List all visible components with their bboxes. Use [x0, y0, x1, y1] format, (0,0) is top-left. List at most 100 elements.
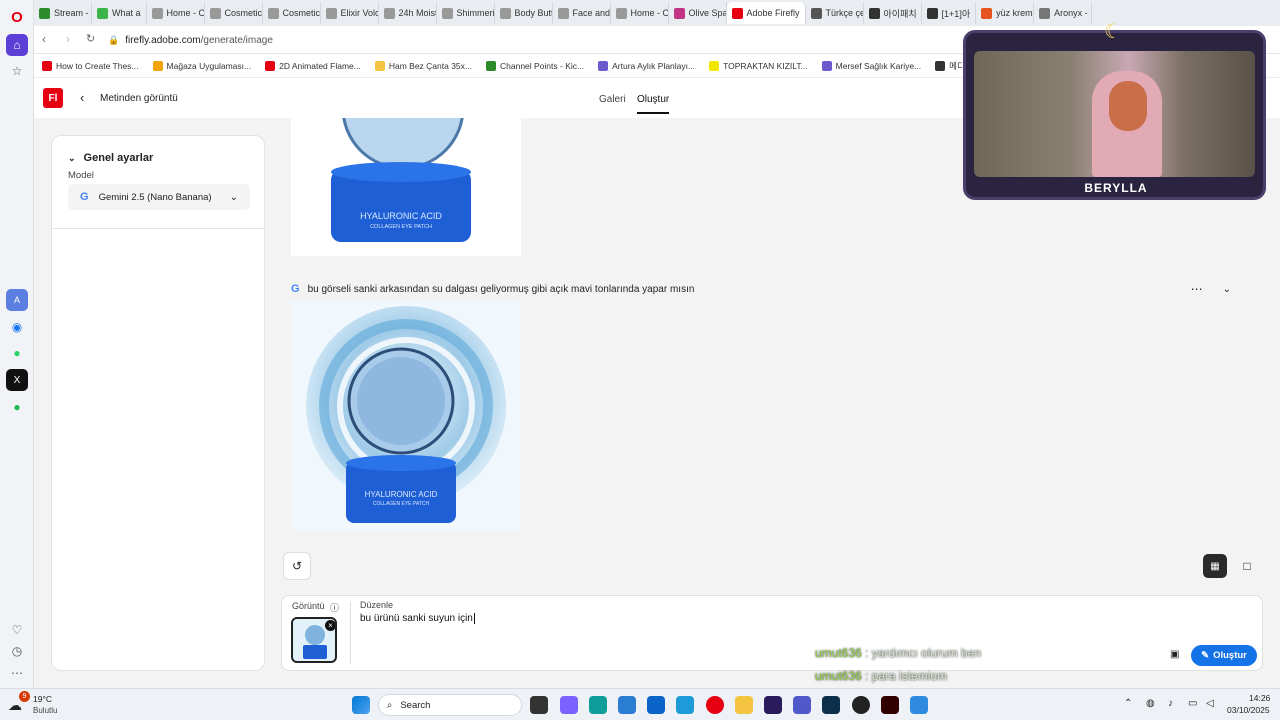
browser-tab[interactable]: 아이패치 — [864, 2, 922, 24]
copilot-icon[interactable] — [560, 696, 578, 714]
browser-tab[interactable]: Shimmerin — [437, 2, 495, 24]
browser-tab[interactable]: Olive Spa — [669, 2, 727, 24]
clock-date[interactable]: 03/10/2025 — [1227, 705, 1270, 715]
tab-favicon-icon — [868, 7, 880, 19]
weather-temp[interactable]: 19°C — [33, 694, 52, 704]
generate-button[interactable]: ✎ Oluştur — [1191, 645, 1257, 666]
store-icon[interactable] — [618, 696, 636, 714]
reload-icon[interactable]: ↻ — [86, 32, 95, 45]
edge-icon[interactable] — [589, 696, 607, 714]
single-view-button[interactable]: □ — [1235, 554, 1259, 578]
opera-logo-icon[interactable]: O — [6, 6, 28, 28]
browser-tab[interactable]: [1+1]아 — [922, 2, 977, 24]
url-field[interactable]: 🔒 firefly.adobe.com/generate/image — [108, 30, 958, 50]
browser-tab[interactable]: 24h Moistr — [379, 2, 437, 24]
bookmark-item[interactable]: TOPRAKTAN KIZILT... — [709, 60, 808, 71]
tab-favicon-icon — [325, 7, 337, 19]
weather-badge: 9 — [19, 691, 30, 702]
outlook-icon[interactable] — [647, 696, 665, 714]
mic-icon[interactable]: ♪ — [1168, 698, 1173, 709]
browser-tab[interactable]: Home - O — [611, 2, 669, 24]
remove-icon[interactable]: × — [325, 620, 335, 631]
opera-icon[interactable] — [706, 696, 724, 714]
back-label[interactable]: Metinden görüntü — [100, 93, 178, 104]
generated-result-image[interactable]: HYALURONIC ACID COLLAGEN EYE PATCH — [291, 301, 521, 530]
file-explorer-icon[interactable] — [735, 696, 753, 714]
tab-label: Aronyx - — [1054, 8, 1088, 18]
tab-favicon-icon — [615, 7, 627, 19]
info-icon[interactable]: ⓘ — [330, 601, 339, 614]
tray-chevron-icon[interactable]: ⌃ — [1124, 698, 1132, 709]
browser-tab[interactable]: Aronyx - — [1034, 2, 1093, 24]
camera-icon[interactable]: ▣ — [1170, 649, 1179, 660]
google-icon: G — [291, 283, 300, 295]
teams-icon[interactable] — [793, 696, 811, 714]
browser-tab[interactable]: Elixir Volca — [321, 2, 379, 24]
search-label: Search — [400, 699, 431, 711]
previous-result-image[interactable]: HYALURONIC ACID COLLAGEN EYE PATCH — [291, 118, 521, 256]
illustrator-icon[interactable] — [881, 696, 899, 714]
bookmark-favicon-icon — [374, 60, 385, 71]
bookmark-item[interactable]: Mersef Sağlık Kariye... — [821, 60, 921, 71]
star-icon[interactable]: ☆ — [6, 60, 28, 82]
browser-tab[interactable]: yüz krem — [976, 2, 1035, 24]
bookmark-favicon-icon — [42, 60, 52, 71]
bookmark-item[interactable]: 2D Animated Flame... — [265, 60, 361, 71]
more-options-icon[interactable]: ⋯ — [1191, 282, 1203, 296]
network-icon[interactable]: ▭ — [1188, 698, 1197, 709]
app-icon[interactable] — [676, 696, 694, 714]
back-arrow-icon[interactable]: ‹ — [80, 90, 84, 105]
history-button[interactable]: ↺ — [283, 552, 311, 580]
url-path: /generate/image — [200, 34, 273, 46]
forward-icon[interactable]: › — [66, 32, 70, 46]
tab-favicon-icon — [209, 7, 221, 19]
messenger-icon[interactable]: ◉ — [6, 316, 28, 338]
browser-tab[interactable]: Stream - K — [34, 2, 92, 24]
clock-time[interactable]: 14:26 — [1249, 693, 1270, 703]
bookmark-item[interactable]: How to Create Thes... — [42, 60, 139, 71]
browser-tab[interactable]: Body Butte — [495, 2, 553, 24]
x-icon[interactable]: X — [6, 369, 28, 391]
browser-tab[interactable]: Türkçe çe — [806, 2, 864, 24]
browser-tab[interactable]: Home - O — [147, 2, 205, 24]
taskbar-search[interactable]: ⌕ Search — [378, 694, 522, 716]
browser-tab[interactable]: Cosmetic S — [205, 2, 263, 24]
webcam-overlay: BERYLLA ☾ — [963, 21, 1266, 200]
tab-create[interactable]: Oluştur — [637, 94, 670, 114]
reference-image-thumb[interactable]: × — [291, 617, 337, 663]
home-icon[interactable]: ⌂ — [6, 34, 28, 56]
browser-tab[interactable]: Face and E — [553, 2, 611, 24]
volume-icon[interactable]: ◁ — [1206, 698, 1214, 709]
tab-gallery[interactable]: Galeri — [599, 94, 626, 105]
edit-input[interactable]: bu ürünü sanki suyun için — [360, 613, 475, 624]
photoshop-icon[interactable] — [822, 696, 840, 714]
task-view-icon[interactable] — [530, 696, 548, 714]
spotify-icon[interactable]: ● — [6, 396, 28, 418]
browser-tab[interactable]: What a — [92, 2, 147, 24]
whatsapp-icon[interactable]: ● — [6, 342, 28, 364]
browser-tab[interactable]: Cosmetic E — [263, 2, 321, 24]
bookmark-item[interactable]: Channel Points - Kic... — [486, 60, 585, 71]
after-effects-icon[interactable] — [764, 696, 782, 714]
obs-icon[interactable] — [852, 696, 870, 714]
firefly-logo[interactable]: Fl — [43, 88, 63, 108]
general-settings-toggle[interactable]: ⌄ Genel ayarlar — [68, 152, 153, 164]
chevron-down-icon[interactable]: ⌄ — [1223, 284, 1231, 295]
aria-icon[interactable]: A — [6, 289, 28, 311]
back-icon[interactable]: ‹ — [42, 32, 46, 46]
chevron-down-icon: ⌄ — [229, 191, 238, 203]
history-icon[interactable]: ◷ — [6, 640, 28, 662]
more-icon[interactable]: ⋯ — [6, 662, 28, 684]
browser-tab[interactable]: Adobe Firefly — [726, 2, 806, 24]
model-select[interactable]: G Gemini 2.5 (Nano Banana) ⌄ — [68, 184, 250, 210]
start-icon[interactable] — [352, 696, 370, 714]
app-icon[interactable] — [910, 696, 928, 714]
bookmark-label: Channel Points - Kic... — [500, 60, 585, 71]
bookmark-item[interactable]: Mağaza Uygulaması... — [152, 60, 251, 71]
bookmark-favicon-icon — [265, 60, 276, 71]
tray-icon[interactable]: ◍ — [1146, 698, 1155, 709]
grid-view-button[interactable]: ▦ — [1203, 554, 1227, 578]
heart-icon[interactable]: ♡ — [6, 619, 28, 641]
bookmark-item[interactable]: Ham Bez Çanta 35x... — [374, 60, 472, 71]
bookmark-item[interactable]: Artura Aylık Planlayı... — [598, 60, 695, 71]
